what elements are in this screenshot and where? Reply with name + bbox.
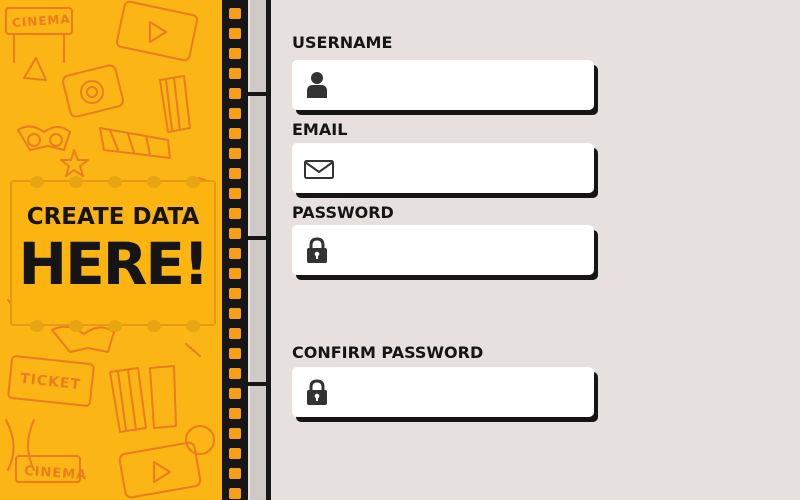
doodle-background-panel: CINEMA TICKET CINEMA CREATE DATA HERE! (0, 0, 222, 500)
film-perforation (229, 28, 241, 39)
confirm-password-field[interactable] (292, 367, 594, 417)
email-field[interactable] (292, 143, 594, 193)
film-perforation (229, 348, 241, 359)
film-perforation (229, 248, 241, 259)
ticket-notches-top (12, 176, 214, 188)
lock-icon (307, 237, 327, 263)
film-perforation (229, 308, 241, 319)
username-input[interactable] (340, 60, 586, 110)
film-perforation (229, 128, 241, 139)
confirm-password-input[interactable] (340, 367, 586, 417)
username-label: USERNAME (292, 33, 393, 52)
sign-title: HERE! (18, 230, 210, 298)
film-frame-shade (250, 0, 266, 500)
film-perforation (229, 428, 241, 439)
ticket-notches-bottom (12, 320, 214, 332)
email-input[interactable] (340, 143, 586, 193)
film-perforation (229, 268, 241, 279)
film-perforation (229, 328, 241, 339)
film-perforation (229, 468, 241, 479)
film-perforation (229, 48, 241, 59)
film-frame-divider (246, 92, 268, 96)
film-perforation (229, 488, 241, 499)
password-field[interactable] (292, 225, 594, 275)
password-label: PASSWORD (292, 203, 394, 222)
film-perforation (229, 368, 241, 379)
confirm-password-label: CONFIRM PASSWORD (292, 343, 484, 362)
lock-icon (307, 379, 327, 405)
film-perforation (229, 108, 241, 119)
create-data-sign: CREATE DATA HERE! (10, 176, 216, 332)
envelope-icon (304, 160, 334, 179)
film-perforation (229, 388, 241, 399)
username-field[interactable] (292, 60, 594, 110)
email-label: EMAIL (292, 120, 348, 139)
film-perforation (229, 448, 241, 459)
film-perforation (229, 228, 241, 239)
film-perforation (229, 188, 241, 199)
film-perforation (229, 8, 241, 19)
film-frame-edge (266, 0, 271, 500)
film-perforation (229, 208, 241, 219)
film-perforation (229, 88, 241, 99)
sign-heading: CREATE DATA (26, 204, 200, 230)
user-icon (307, 72, 327, 98)
film-frame-divider (246, 236, 268, 240)
password-input[interactable] (340, 225, 586, 275)
film-perforation (229, 68, 241, 79)
film-perforation (229, 408, 241, 419)
film-perforation (229, 148, 241, 159)
film-perforation (229, 168, 241, 179)
film-strip (222, 0, 248, 500)
film-perforation (229, 288, 241, 299)
film-frame-divider (246, 382, 268, 386)
